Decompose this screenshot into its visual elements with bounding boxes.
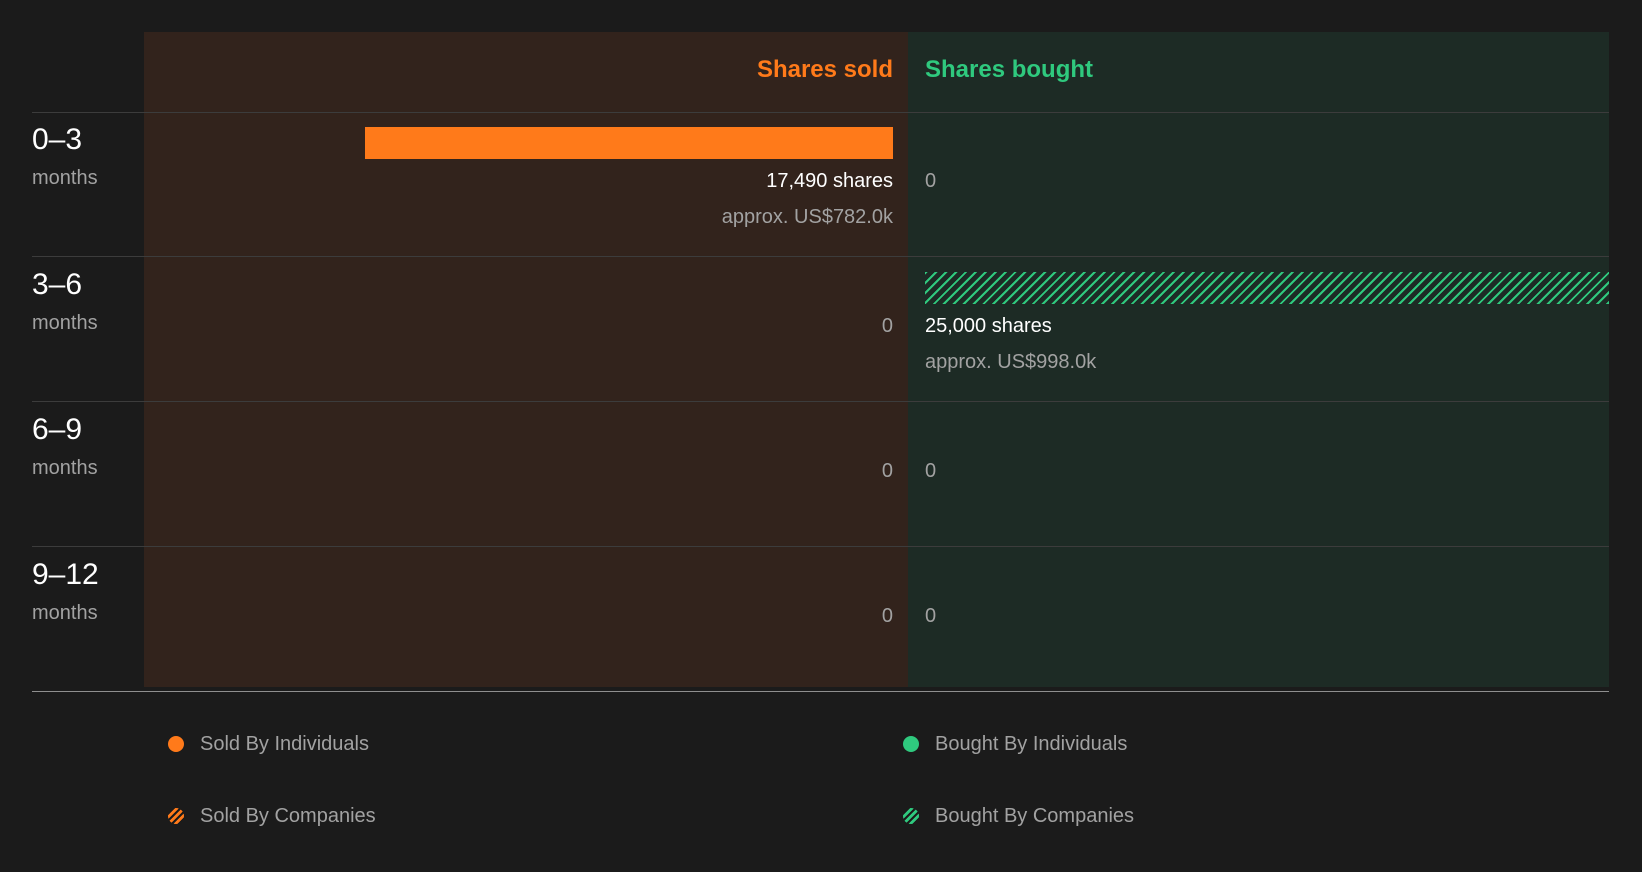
bought-zero-label: 0 [925, 605, 937, 627]
chart-baseline [32, 691, 1609, 692]
striped-swatch-icon [903, 808, 919, 824]
sold-shares-label: 17,490 shares [766, 170, 893, 192]
sold-zero-label: 0 [881, 460, 893, 482]
period-unit-label: months [32, 312, 98, 334]
solid-swatch-icon [903, 736, 919, 752]
solid-swatch-icon [168, 736, 184, 752]
insider-trading-chart: Shares sold Shares bought 0–3 months 17,49… [0, 0, 1642, 700]
bought-cell: 0 [925, 602, 936, 630]
period-row: 9–12 months 0 0 [0, 547, 1642, 691]
period-unit-label: months [32, 457, 98, 479]
period-row: 3–6 months 0 25,000 shares approx. US$998.0k [0, 257, 1642, 401]
shares-bought-header: Shares bought [925, 56, 1094, 83]
period-unit-label: months [32, 602, 98, 624]
legend-item: Sold By Individuals [168, 730, 369, 758]
legend-label: Bought By Individuals [935, 733, 1128, 755]
bought-cell: 0 [925, 167, 936, 195]
period-label: 0–3 [32, 123, 83, 156]
chart-legend: Sold By Individuals Bought By Individuals… [0, 730, 1642, 870]
bought-shares-label: 25,000 shares [925, 315, 1052, 337]
legend-item: Bought By Individuals [903, 730, 1127, 758]
legend-label: Bought By Companies [935, 805, 1135, 827]
shares-sold-header: Shares sold [756, 56, 893, 83]
legend-label: Sold By Companies [200, 805, 376, 827]
sold-cell: 0 [882, 312, 893, 340]
period-unit-label: months [32, 167, 98, 189]
bought-zero-label: 0 [925, 170, 937, 192]
period-label: 3–6 [32, 268, 83, 301]
period-row: 0–3 months 17,490 shares approx. US$782.0k 0 [0, 112, 1642, 256]
sold-bar [364, 127, 893, 159]
sold-cell: 0 [882, 457, 893, 485]
bought-zero-label: 0 [925, 460, 937, 482]
bought-value-label: approx. US$998.0k [925, 351, 1097, 373]
legend-item: Bought By Companies [903, 802, 1134, 830]
sold-value-label: approx. US$782.0k [721, 206, 893, 228]
bought-cell: 0 [925, 457, 936, 485]
period-label: 6–9 [32, 413, 83, 446]
sold-zero-label: 0 [881, 315, 893, 337]
sold-cell: 17,490 shares approx. US$782.0k [722, 167, 893, 231]
legend-label: Sold By Individuals [200, 733, 369, 755]
sold-cell: 0 [882, 602, 893, 630]
sold-zero-label: 0 [881, 605, 893, 627]
bought-bar [925, 272, 1609, 304]
striped-swatch-icon [168, 808, 184, 824]
period-row: 6–9 months 0 0 [0, 402, 1642, 546]
period-label: 9–12 [32, 558, 99, 591]
legend-item: Sold By Companies [168, 802, 376, 830]
bought-cell: 25,000 shares approx. US$998.0k [925, 312, 1096, 376]
